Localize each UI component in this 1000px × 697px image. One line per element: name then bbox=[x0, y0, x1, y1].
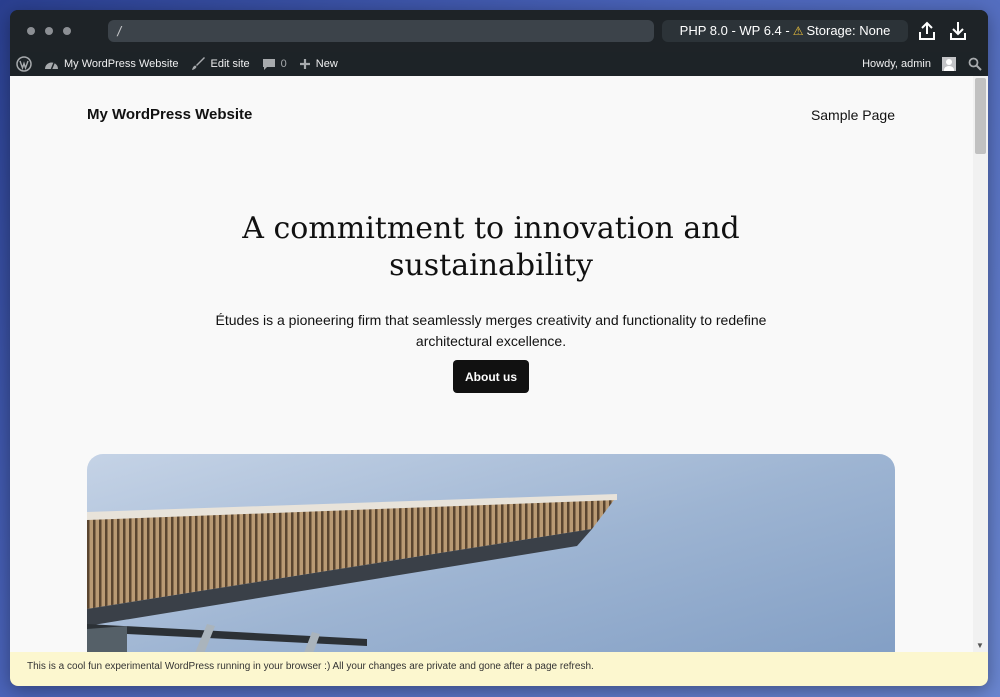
edit-site-label: Edit site bbox=[210, 58, 250, 70]
admin-bar-secondary: Howdy, admin bbox=[856, 52, 988, 76]
warning-icon: ⚠ bbox=[792, 24, 804, 38]
brush-icon bbox=[191, 57, 205, 70]
browser-toolbar: / PHP 8.0 - WP 6.4 - ⚠ Storage: None bbox=[10, 10, 988, 52]
comment-count: 0 bbox=[280, 58, 287, 70]
site-page: My WordPress Website Sample Page A commi… bbox=[10, 76, 973, 652]
plus-icon bbox=[299, 59, 310, 69]
wordpress-logo-icon[interactable] bbox=[10, 52, 38, 76]
storage-status: Storage: None bbox=[806, 23, 891, 38]
hero-heading: A commitment to innovation and sustainab… bbox=[242, 211, 740, 283]
scrollbar-thumb[interactable] bbox=[975, 78, 986, 154]
window-dot-icon[interactable] bbox=[63, 27, 71, 35]
search-icon[interactable] bbox=[962, 52, 988, 76]
site-title[interactable]: My WordPress Website bbox=[87, 106, 252, 123]
page-scrollbar[interactable]: ▼ bbox=[973, 76, 988, 652]
hero-image bbox=[87, 454, 895, 652]
window-dot-icon[interactable] bbox=[27, 27, 35, 35]
window-controls bbox=[27, 27, 71, 35]
admin-bar-site-name[interactable]: My WordPress Website bbox=[38, 52, 185, 76]
environment-info[interactable]: PHP 8.0 - WP 6.4 - ⚠ Storage: None bbox=[662, 20, 908, 42]
download-icon[interactable] bbox=[948, 20, 968, 42]
avatar bbox=[942, 57, 956, 71]
admin-bar-account[interactable]: Howdy, admin bbox=[856, 52, 962, 76]
dashboard-icon bbox=[45, 62, 58, 69]
php-wp-version: PHP 8.0 - WP 6.4 - bbox=[679, 23, 790, 38]
admin-bar-comments[interactable]: 0 bbox=[256, 52, 293, 76]
url-input[interactable]: / bbox=[108, 20, 654, 42]
playground-notice: This is a cool fun experimental WordPres… bbox=[10, 652, 988, 686]
hero-text: Études is a pioneering firm that seamles… bbox=[215, 312, 767, 349]
admin-bar-site-label: My WordPress Website bbox=[64, 58, 179, 70]
scroll-down-icon[interactable]: ▼ bbox=[976, 641, 984, 650]
nav-link-sample-page[interactable]: Sample Page bbox=[811, 107, 895, 123]
browser-window: / PHP 8.0 - WP 6.4 - ⚠ Storage: None My Wo… bbox=[10, 10, 988, 686]
about-us-button[interactable]: About us bbox=[453, 360, 529, 393]
greeting-label: Howdy, admin bbox=[862, 58, 931, 70]
new-label: New bbox=[315, 58, 338, 70]
wp-admin-bar: My WordPress Website Edit site 0 New How… bbox=[10, 52, 988, 76]
share-icon[interactable] bbox=[917, 20, 937, 42]
admin-bar-edit-site[interactable]: Edit site bbox=[185, 52, 256, 76]
window-dot-icon[interactable] bbox=[45, 27, 53, 35]
admin-bar-new[interactable]: New bbox=[293, 52, 344, 76]
comment-icon bbox=[262, 58, 275, 70]
